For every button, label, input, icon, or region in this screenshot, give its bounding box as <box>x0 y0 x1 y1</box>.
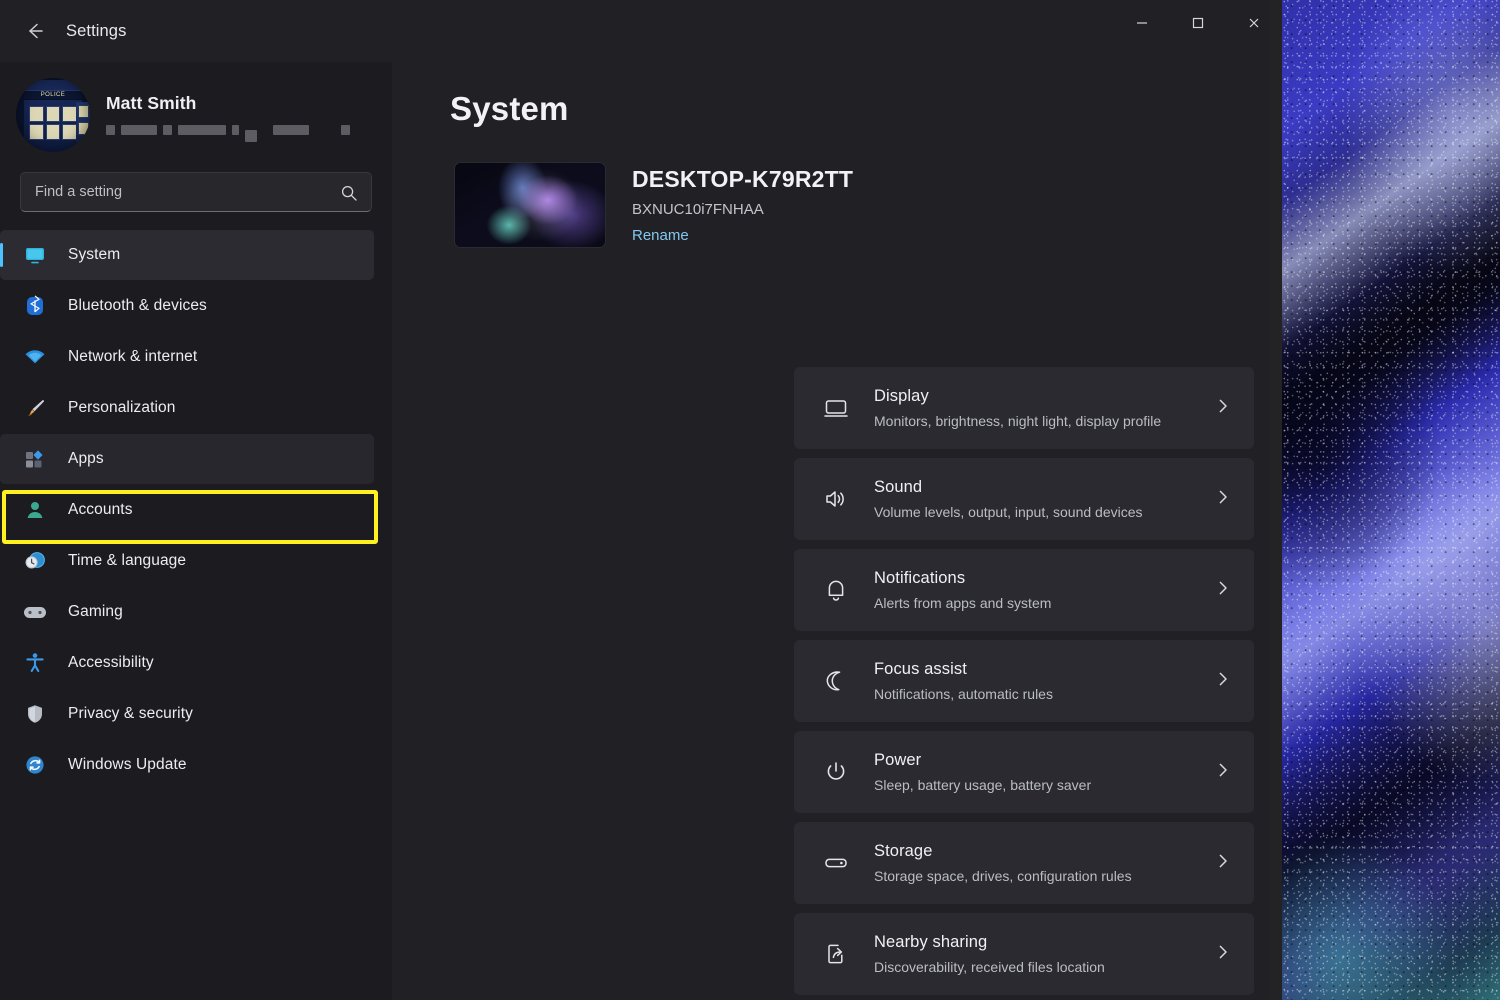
sidebar-item-windows-update[interactable]: Windows Update <box>0 740 374 790</box>
sidebar-item-bluetooth-devices[interactable]: Bluetooth & devices <box>0 281 374 331</box>
account-name: Matt Smith <box>106 93 350 114</box>
back-button[interactable] <box>14 11 54 51</box>
row-title: Power <box>874 751 1214 770</box>
sidebar-item-label: System <box>68 246 120 264</box>
back-arrow-icon <box>23 20 45 42</box>
search-box[interactable] <box>20 172 372 212</box>
minimize-icon <box>1135 16 1149 30</box>
desktop-wallpaper <box>1270 0 1500 1000</box>
sidebar-nav: System Bluetooth & devices <box>0 230 392 790</box>
settings-row-storage[interactable]: Storage Storage space, drives, configura… <box>794 822 1254 904</box>
moon-icon <box>818 668 854 694</box>
account-email-redacted <box>106 123 350 137</box>
accessibility-icon <box>22 650 48 676</box>
gamepad-icon <box>22 599 48 625</box>
sidebar-item-privacy-security[interactable]: Privacy & security <box>0 689 374 739</box>
bluetooth-icon <box>22 293 48 319</box>
sidebar-item-network-internet[interactable]: Network & internet <box>0 332 374 382</box>
sidebar-item-label: Personalization <box>68 399 175 417</box>
sidebar-item-label: Gaming <box>68 603 123 621</box>
sidebar-item-label: Accessibility <box>68 654 154 672</box>
window-controls <box>1114 0 1282 46</box>
row-subtitle: Volume levels, output, input, sound devi… <box>874 504 1214 520</box>
sidebar-item-label: Network & internet <box>68 348 197 366</box>
monitor-icon <box>22 242 48 268</box>
device-summary: DESKTOP-K79R2TT BXNUC10i7FNHAA Rename <box>398 128 1282 248</box>
maximize-button[interactable] <box>1170 0 1226 46</box>
row-title: Notifications <box>874 569 1214 588</box>
row-title: Sound <box>874 478 1214 497</box>
sidebar-item-label: Accounts <box>68 501 133 519</box>
power-icon <box>818 759 854 785</box>
chevron-right-icon <box>1214 943 1232 966</box>
wifi-icon <box>22 344 48 370</box>
chevron-right-icon <box>1214 579 1232 602</box>
device-model: BXNUC10i7FNHAA <box>632 201 853 218</box>
bell-icon <box>818 577 854 603</box>
row-subtitle: Alerts from apps and system <box>874 595 1214 611</box>
sidebar-item-gaming[interactable]: Gaming <box>0 587 374 637</box>
avatar: POLICE <box>16 78 90 152</box>
settings-row-display[interactable]: Display Monitors, brightness, night ligh… <box>794 367 1254 449</box>
share-icon <box>818 941 854 967</box>
window-title: Settings <box>66 22 126 41</box>
search-container <box>0 154 392 212</box>
monitor-outline-icon <box>818 395 854 421</box>
sidebar-item-accessibility[interactable]: Accessibility <box>0 638 374 688</box>
sidebar-item-label: Windows Update <box>68 756 187 774</box>
chevron-right-icon <box>1214 852 1232 875</box>
sidebar-item-time-language[interactable]: Time & language <box>0 536 374 586</box>
row-title: Display <box>874 387 1214 406</box>
drive-icon <box>818 850 854 876</box>
sidebar-item-system[interactable]: System <box>0 230 374 280</box>
close-icon <box>1247 16 1261 30</box>
title-bar: Settings <box>0 0 1282 62</box>
settings-list: Display Monitors, brightness, night ligh… <box>794 367 1282 1000</box>
chevron-right-icon <box>1214 761 1232 784</box>
apps-blocks-icon <box>22 446 48 472</box>
refresh-icon <box>22 752 48 778</box>
minimize-button[interactable] <box>1114 0 1170 46</box>
row-title: Storage <box>874 842 1214 861</box>
rename-link[interactable]: Rename <box>632 227 853 244</box>
settings-row-focus-assist[interactable]: Focus assist Notifications, automatic ru… <box>794 640 1254 722</box>
settings-row-sound[interactable]: Sound Volume levels, output, input, soun… <box>794 458 1254 540</box>
row-subtitle: Monitors, brightness, night light, displ… <box>874 413 1214 429</box>
sidebar-item-label: Apps <box>68 450 104 468</box>
row-title: Focus assist <box>874 660 1214 679</box>
row-subtitle: Notifications, automatic rules <box>874 686 1214 702</box>
sidebar-item-label: Time & language <box>68 552 186 570</box>
speaker-icon <box>818 486 854 512</box>
clock-globe-icon <box>22 548 48 574</box>
row-title: Nearby sharing <box>874 933 1214 952</box>
row-subtitle: Sleep, battery usage, battery saver <box>874 777 1214 793</box>
chevron-right-icon <box>1214 670 1232 693</box>
shield-icon <box>22 701 48 727</box>
windows-bloom-wallpaper-thumbnail <box>454 162 606 248</box>
sidebar-item-label: Bluetooth & devices <box>68 297 207 315</box>
main-content: System DESKTOP-K79R2TT BXNUC10i7FNHAA Re… <box>392 62 1282 1000</box>
search-input[interactable] <box>21 184 371 200</box>
page-title: System <box>392 62 1282 128</box>
person-icon <box>22 497 48 523</box>
account-block[interactable]: POLICE Matt Smith <box>0 68 392 154</box>
settings-row-nearby-sharing[interactable]: Nearby sharing Discoverability, received… <box>794 913 1254 995</box>
maximize-icon <box>1191 16 1205 30</box>
sidebar: POLICE Matt Smith <box>0 62 392 1000</box>
chevron-right-icon <box>1214 397 1232 420</box>
chevron-right-icon <box>1214 488 1232 511</box>
search-icon <box>340 184 358 207</box>
row-subtitle: Discoverability, received files location <box>874 959 1214 975</box>
screen: Settings <box>0 0 1500 1000</box>
settings-row-power[interactable]: Power Sleep, battery usage, battery save… <box>794 731 1254 813</box>
settings-window: Settings <box>0 0 1282 1000</box>
sidebar-item-label: Privacy & security <box>68 705 193 723</box>
device-name: DESKTOP-K79R2TT <box>632 166 853 193</box>
sidebar-item-apps[interactable]: Apps <box>0 434 374 484</box>
row-subtitle: Storage space, drives, configuration rul… <box>874 868 1214 884</box>
sidebar-item-accounts[interactable]: Accounts <box>0 485 374 535</box>
sidebar-item-personalization[interactable]: Personalization <box>0 383 374 433</box>
settings-row-notifications[interactable]: Notifications Alerts from apps and syste… <box>794 549 1254 631</box>
paintbrush-icon <box>22 395 48 421</box>
